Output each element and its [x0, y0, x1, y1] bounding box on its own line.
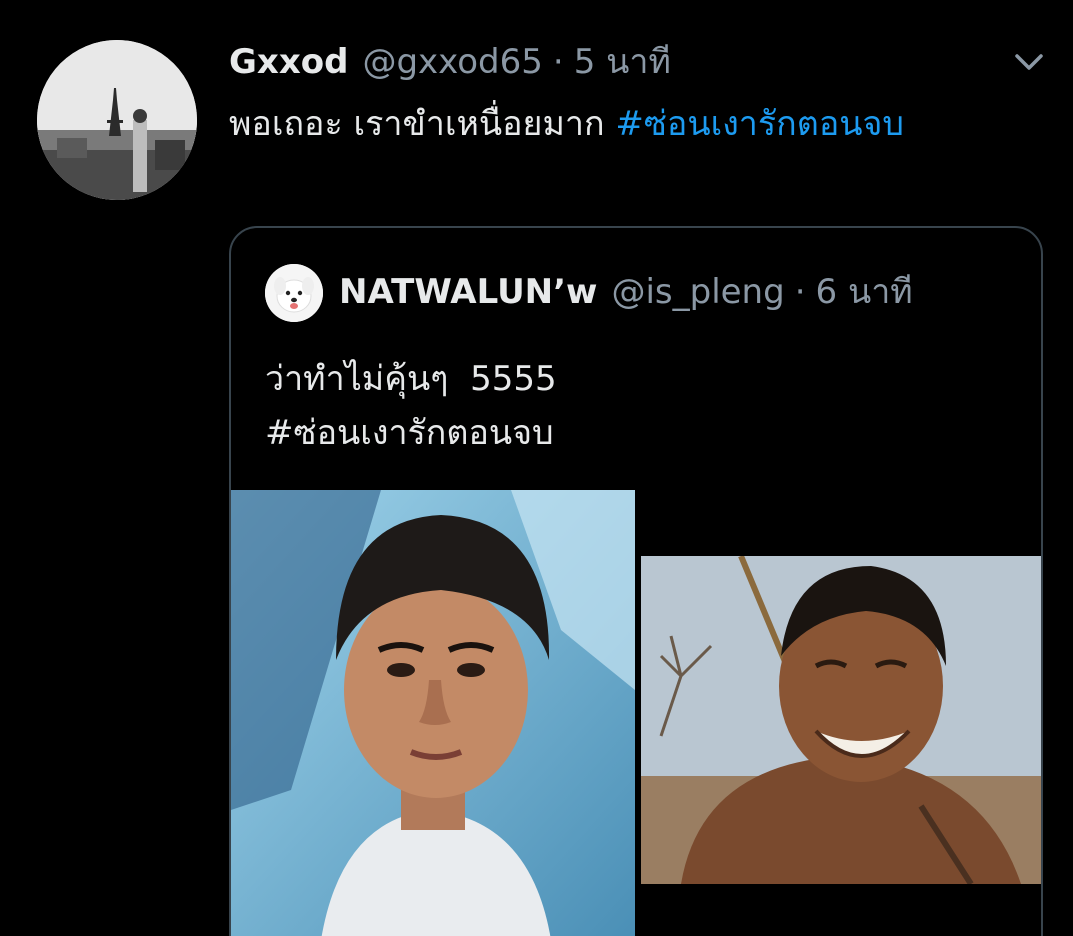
tweet-text: พอเถอะ เราขำเหนื่อยมาก #ซ่อนเงารักตอนจบ	[229, 98, 1029, 150]
media-image-1[interactable]	[231, 490, 635, 936]
avatar-dog-photo	[265, 264, 323, 322]
media-image-2[interactable]	[641, 556, 1041, 884]
user-avatar[interactable]	[37, 40, 197, 200]
quoted-display-name[interactable]: NATWALUN’w	[339, 268, 597, 316]
quoted-tweet[interactable]: NATWALUN’w @is_pleng · 6 นาที ว่าทำไม่คุ…	[229, 226, 1043, 936]
quoted-tweet-header: NATWALUN’w @is_pleng · 6 นาที	[339, 268, 913, 316]
timestamp[interactable]: 5 นาที	[574, 38, 671, 86]
quoted-user-handle[interactable]: @is_pleng	[611, 268, 784, 316]
quoted-user-avatar[interactable]	[265, 264, 323, 322]
separator-dot: ·	[794, 272, 806, 312]
chevron-down-icon[interactable]	[1009, 46, 1049, 78]
quoted-tweet-text: ว่าทำไม่คุ้นๆ 5555 #ซ่อนเงารักตอนจบ	[265, 359, 557, 453]
hashtag-link[interactable]: #ซ่อนเงารักตอนจบ	[615, 104, 904, 144]
tweet-body: พอเถอะ เราขำเหนื่อยมาก	[229, 104, 616, 144]
user-handle[interactable]: @gxxod65	[362, 38, 542, 86]
tweet-header: Gxxod @gxxod65 · 5 นาที	[229, 38, 671, 86]
photo-smiling-man	[641, 556, 1041, 884]
avatar-eiffel-photo	[37, 40, 197, 200]
quoted-timestamp[interactable]: 6 นาที	[816, 268, 913, 316]
display-name[interactable]: Gxxod	[229, 38, 348, 86]
photo-woman-short-hair	[231, 490, 635, 936]
tweet[interactable]: Gxxod @gxxod65 · 5 นาที พอเถอะ เราขำเหนื…	[0, 0, 1073, 936]
separator-dot: ·	[552, 42, 564, 82]
